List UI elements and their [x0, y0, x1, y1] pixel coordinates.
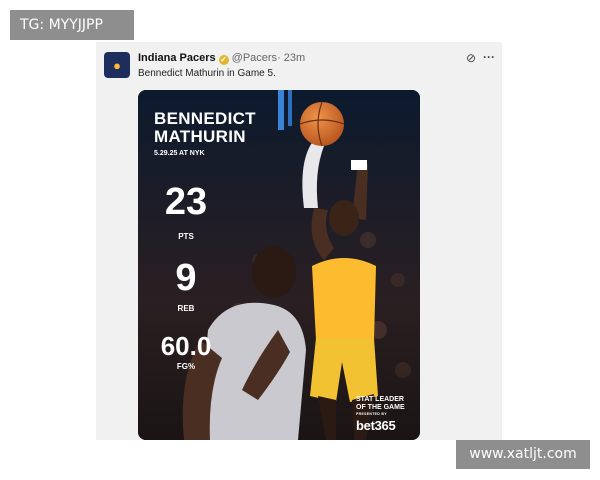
basketball-logo-icon: ●: [113, 57, 121, 73]
post-text: Bennedict Mathurin in Game 5.: [138, 68, 276, 79]
author-handle[interactable]: @Pacers: [232, 52, 277, 64]
stat-points-value: 23: [164, 181, 208, 223]
post-time: · 23m: [277, 52, 306, 64]
player-name: BENNEDICT MATHURIN: [154, 110, 256, 146]
stat-fg-label: FG%: [176, 362, 196, 371]
leader-line-1: STAT LEADER: [356, 396, 404, 403]
grok-icon[interactable]: ⊘: [464, 51, 478, 65]
arena-light: [278, 90, 284, 130]
more-options-icon[interactable]: ···: [482, 50, 496, 64]
verified-badge-icon: ✓: [218, 55, 229, 65]
game-date: 5.29.25 AT NYK: [154, 150, 205, 157]
watermark-bottom: www.xatljt.com: [456, 440, 590, 469]
post-header: Indiana Pacers ✓ @Pacers· 23m: [138, 52, 305, 65]
basketball: [300, 102, 344, 146]
post-card[interactable]: ● Indiana Pacers ✓ @Pacers· 23m Bennedict …: [96, 42, 502, 440]
stat-rebounds-label: REB: [177, 304, 195, 313]
player-first-name: BENNEDICT: [154, 109, 256, 128]
stat-fg-value: 60.0: [160, 331, 212, 361]
stat-leader-text: STAT LEADER OF THE GAME PRESENTED BY: [356, 396, 405, 417]
watermark-top: TG: MYYJJPP: [10, 10, 134, 40]
stat-rebounds-value: 9: [175, 257, 197, 299]
arena-light: [288, 90, 292, 126]
stat-points-label: PTS: [178, 232, 194, 241]
pacers-avatar[interactable]: ●: [104, 52, 130, 78]
post-media-image[interactable]: BENNEDICT MATHURIN 5.29.25 AT NYK 23 PTS…: [138, 90, 420, 440]
player-last-name: MATHURIN: [154, 127, 246, 146]
presented-by: PRESENTED BY: [356, 412, 387, 416]
leader-line-2: OF THE GAME: [356, 404, 405, 411]
sponsor-logo: bet365: [356, 418, 396, 433]
author-name[interactable]: Indiana Pacers: [138, 52, 216, 64]
